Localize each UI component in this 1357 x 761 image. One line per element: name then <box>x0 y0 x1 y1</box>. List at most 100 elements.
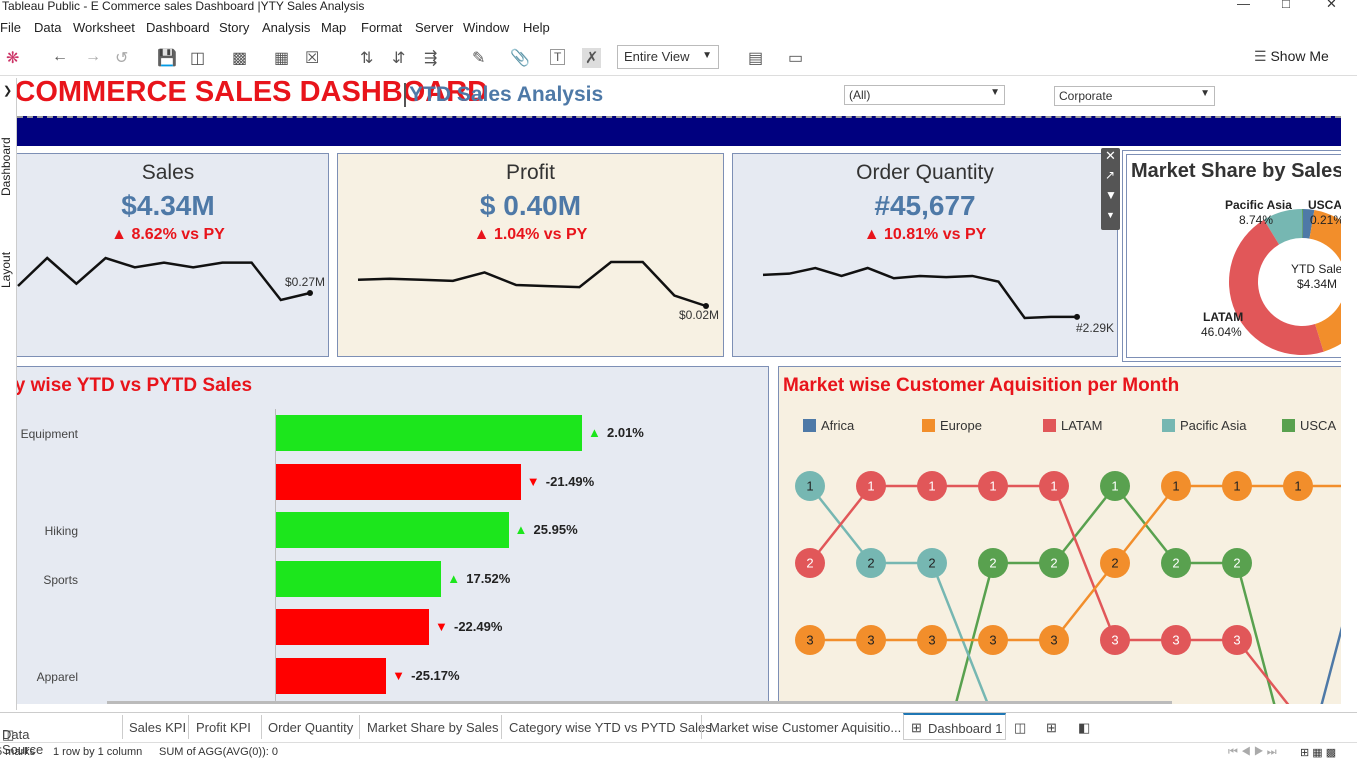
remove-icon[interactable]: ✕ <box>1105 148 1116 164</box>
more-options-icon[interactable]: ▼ <box>1106 210 1115 220</box>
bump-rank-label: 2 <box>1172 556 1179 571</box>
presentation-icon[interactable]: ▭ <box>788 48 803 68</box>
category-label: Hiking <box>44 524 78 538</box>
new-datasource-icon[interactable]: ◫ <box>190 48 205 68</box>
category-bar[interactable] <box>276 415 582 451</box>
status-rows: 1 row by 1 column <box>53 746 143 758</box>
show-cards-icon[interactable]: ▤ <box>748 48 763 68</box>
show-labels-icon[interactable]: T <box>550 49 566 65</box>
horizontal-scrollbar[interactable] <box>107 701 1172 704</box>
filter-icon[interactable]: ▼ <box>1105 188 1117 202</box>
category-value-label: -22.49% <box>454 619 503 634</box>
window-titlebar: Tableau Public - E Commerce sales Dashbo… <box>0 0 1357 14</box>
market-share-panel[interactable]: Market Share by Sales Pacific Asia 8.74%… <box>1122 150 1341 362</box>
go-to-sheet-icon[interactable]: ↗ <box>1105 168 1115 182</box>
menu-bar: File Data Worksheet Dashboard Story Anal… <box>0 18 1357 38</box>
category-bar[interactable] <box>276 560 442 597</box>
maximize-icon[interactable]: □ <box>1282 0 1290 10</box>
menu-analysis[interactable]: Analysis <box>262 20 310 35</box>
order-quantity-kpi-card[interactable]: Order Quantity #45,677 ▲ 10.81% vs PY #2… <box>732 153 1118 357</box>
status-bar: 5 marks 1 row by 1 column SUM of AGG(AVG… <box>0 742 1357 761</box>
sales-kpi-card[interactable]: Sales $4.34M ▲ 8.62% vs PY $0.27M <box>17 153 329 357</box>
menu-help[interactable]: Help <box>523 20 550 35</box>
sparkline-end-point <box>1074 313 1080 320</box>
replay-icon[interactable]: ↺ <box>115 48 128 68</box>
market-filter[interactable]: (All) ▼ <box>844 85 1005 105</box>
save-icon[interactable]: 💾 <box>157 48 177 68</box>
acquisition-panel[interactable]: Market wise Customer Aquisition per Mont… <box>778 366 1341 704</box>
sort-ascending-icon[interactable]: ⇵ <box>392 48 405 68</box>
category-bar[interactable] <box>276 609 429 645</box>
bump-rank-label: 2 <box>1111 556 1118 571</box>
profit-kpi-card[interactable]: Profit $ 0.40M ▲ 1.04% vs PY $0.02M <box>337 153 724 357</box>
tab-profit-kpi[interactable]: Profit KPI <box>196 720 251 735</box>
window-title: Tableau Public - E Commerce sales Dashbo… <box>2 0 365 13</box>
tab-market-wise[interactable]: Market wise Customer Aquisitio... <box>709 720 901 735</box>
bump-rank-label: 2 <box>1050 556 1057 571</box>
bump-rank-label: 1 <box>1111 479 1118 494</box>
sort-descending-icon[interactable]: ⇶ <box>424 48 437 68</box>
bump-rank-label: 1 <box>989 479 996 494</box>
category-bar[interactable] <box>276 512 509 548</box>
new-dashboard-tab-icon[interactable]: ⊞ <box>1046 720 1057 736</box>
redo-icon[interactable]: → <box>85 48 101 66</box>
show-me-button[interactable]: ☰ Show Me <box>1254 48 1329 65</box>
tab-order-quantity[interactable]: Order Quantity <box>268 720 353 735</box>
menu-data[interactable]: Data <box>34 20 61 35</box>
category-value-label: -21.49% <box>545 473 595 489</box>
group-icon[interactable]: 📎 <box>510 48 530 68</box>
down-arrow-icon: ▼ <box>392 667 406 683</box>
up-arrow-icon: ▲ <box>447 570 461 586</box>
order-sparkline <box>762 266 1080 320</box>
donut-center-label: YTD Sales <box>1291 262 1341 276</box>
segment-filter[interactable]: Corporate ▼ <box>1054 86 1215 106</box>
new-story-tab-icon[interactable]: ◧ <box>1078 720 1090 736</box>
clear-sheet-icon[interactable]: ☒ <box>305 48 319 68</box>
swap-icon[interactable]: ⇅ <box>360 48 373 68</box>
category-bar[interactable] <box>276 657 387 694</box>
fix-axes-icon[interactable]: ✗ <box>582 48 602 68</box>
left-sidebar: ❯ Dashboard Layout <box>0 78 17 710</box>
status-marks: 5 marks <box>0 746 36 758</box>
chevron-down-icon: ▼ <box>1200 88 1210 99</box>
expand-icon[interactable]: ❯ <box>3 84 12 97</box>
undo-icon[interactable]: ← <box>52 48 68 66</box>
duplicate-icon[interactable]: ▦ <box>274 48 289 68</box>
new-worksheet-tab-icon[interactable]: ◫ <box>1014 720 1026 736</box>
tab-layout[interactable]: Layout <box>0 252 13 288</box>
menu-window[interactable]: Window <box>463 20 509 35</box>
tab-sales-kpi[interactable]: Sales KPI <box>129 720 186 735</box>
category-panel[interactable]: Category wise YTD vs PYTD Sales Equipmen… <box>17 366 769 704</box>
menu-story[interactable]: Story <box>219 20 249 35</box>
tab-dashboard-1[interactable]: ⊞ Dashboard 1 <box>903 713 1006 740</box>
menu-dashboard[interactable]: Dashboard <box>146 20 210 35</box>
sparkline-last-label: $0.02M <box>679 308 720 322</box>
toolbar: ❋ ← → ↺ 💾 ◫ ▩ ▦ ☒ ⇅ ⇵ ⇶ ✎ 📎 T ✗ Entire V… <box>0 40 1357 76</box>
tab-market-share[interactable]: Market Share by Sales <box>367 720 499 735</box>
bump-rank-label: 1 <box>867 479 874 494</box>
first-sheet-icon[interactable]: ⏮ ◀ ▶ ⏭ <box>1228 746 1277 759</box>
menu-server[interactable]: Server <box>415 20 453 35</box>
sparkline-last-label: #2.29K <box>1076 321 1115 335</box>
category-value-label: -25.17% <box>411 667 460 683</box>
menu-file[interactable]: File <box>0 20 21 35</box>
close-icon[interactable]: ✕ <box>1326 0 1337 10</box>
new-worksheet-icon[interactable]: ▩ <box>232 48 247 68</box>
highlight-icon[interactable]: ✎ <box>472 48 485 68</box>
sparkline-last-label: $0.27M <box>285 275 326 289</box>
menu-worksheet[interactable]: Worksheet <box>73 20 135 35</box>
bump-rank-label: 1 <box>1050 479 1057 494</box>
tab-category-wise[interactable]: Category wise YTD vs PYTD Sales <box>509 720 712 735</box>
up-arrow-icon: ▲ <box>588 425 601 440</box>
fit-select[interactable]: Entire View ▼ <box>617 45 719 69</box>
tableau-logo-icon[interactable]: ❋ <box>6 48 19 68</box>
bump-rank-label: 2 <box>1233 556 1240 571</box>
tab-dashboard[interactable]: Dashboard <box>0 137 13 196</box>
category-label: Apparel <box>36 669 78 684</box>
category-bar[interactable] <box>276 463 521 500</box>
grid-view-icon[interactable]: ⊞ ▦ ▩ <box>1300 746 1336 759</box>
category-value-label: 17.52% <box>466 570 511 586</box>
minimize-icon[interactable]: — <box>1237 0 1250 10</box>
menu-format[interactable]: Format <box>361 20 402 35</box>
menu-map[interactable]: Map <box>321 20 346 35</box>
